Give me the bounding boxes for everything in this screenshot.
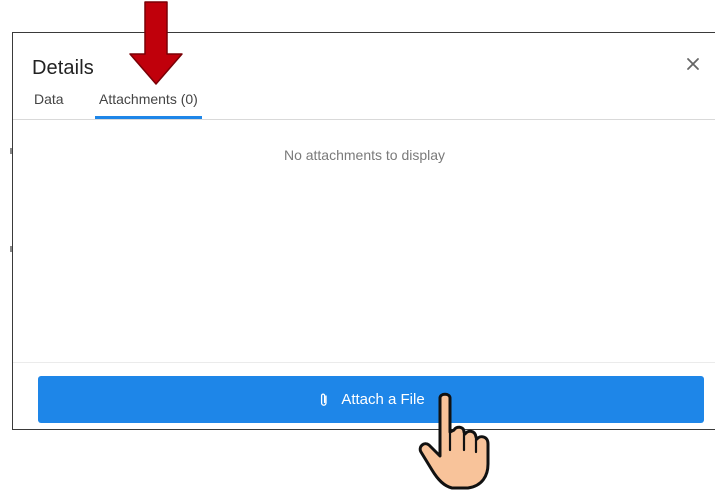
down-arrow-icon (129, 1, 183, 85)
hand-pointer-icon (418, 392, 490, 490)
screenshot-stage: Details Data Attachments (0) No attachme… (0, 0, 715, 495)
tab-data[interactable]: Data (34, 91, 64, 107)
attach-file-button[interactable]: Attach a File (38, 376, 704, 423)
attach-button-label: Attach a File (341, 391, 425, 408)
empty-attachments-message: No attachments to display (283, 147, 446, 163)
paperclip-icon (321, 393, 327, 406)
tab-attachments[interactable]: Attachments (0) (95, 91, 202, 119)
close-icon[interactable] (684, 55, 702, 73)
tab-bar: Data Attachments (0) (13, 85, 715, 120)
footer-divider (13, 362, 715, 363)
details-panel: Details Data Attachments (0) No attachme… (12, 32, 715, 430)
panel-title: Details (32, 57, 94, 79)
